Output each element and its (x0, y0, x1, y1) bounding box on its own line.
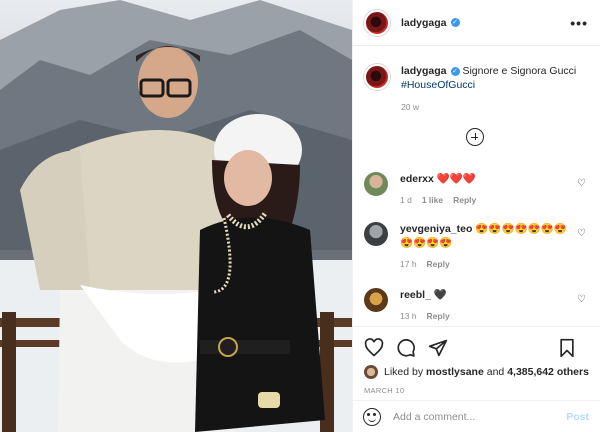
like-comment-heart-icon[interactable]: ♡ (577, 228, 586, 239)
caption-hashtag[interactable]: #HouseOfGucci (401, 78, 576, 92)
post-comment-button[interactable]: Post (566, 411, 589, 423)
emoji-picker-icon[interactable] (363, 407, 381, 426)
comment-item: reebl_ 🖤 13 h Reply ♡ (364, 288, 590, 323)
post-header: ladygaga ✓ ••• (353, 0, 600, 46)
caption-avatar[interactable] (364, 64, 390, 90)
comment-age[interactable]: 17 h (400, 259, 417, 269)
comment-username[interactable]: yevgeniya_teo (400, 223, 472, 235)
like-comment-heart-icon[interactable]: ♡ (577, 294, 586, 305)
post-username[interactable]: ladygaga (401, 17, 447, 29)
commenter-avatar[interactable] (364, 222, 388, 246)
like-heart-icon[interactable] (364, 338, 384, 358)
caption-username[interactable]: ladygaga (401, 65, 447, 77)
like-comment-heart-icon[interactable]: ♡ (577, 178, 586, 189)
add-comment-bar: Post (353, 400, 600, 432)
liker-avatar[interactable] (364, 365, 378, 379)
comment-text: 🖤 (433, 289, 447, 301)
load-more-comments-icon[interactable] (466, 128, 484, 146)
comment-likes[interactable]: 1 like (422, 195, 443, 205)
comment-age[interactable]: 1 d (400, 195, 412, 205)
liked-by-user[interactable]: mostlysane (426, 366, 484, 378)
verified-badge-icon: ✓ (450, 66, 460, 76)
comment-username[interactable]: reebl_ (400, 289, 431, 301)
comment-age[interactable]: 13 h (400, 311, 417, 321)
comment-input[interactable] (393, 410, 567, 423)
comment-item: ederxx ❤️❤️❤️ 1 d 1 like Reply ♡ (364, 172, 590, 207)
post-actions: Liked by mostlysane and 4,385,642 others… (353, 326, 600, 432)
caption: ladygaga ✓ Signore e Signora Gucci #House… (353, 46, 600, 114)
liked-by-prefix: Liked by (384, 366, 424, 378)
post-detail-panel: ladygaga ✓ ••• ladygaga ✓ Signore e Signo… (352, 0, 600, 432)
liked-by-and: and (486, 366, 505, 378)
commenter-avatar[interactable] (364, 172, 388, 196)
comment-text: ❤️❤️❤️ (436, 173, 477, 185)
more-options-icon[interactable]: ••• (570, 16, 588, 30)
liked-by-count[interactable]: 4,385,642 others (507, 366, 589, 378)
avatar[interactable] (364, 9, 390, 36)
post-date[interactable]: MARCH 10 (353, 379, 600, 395)
post-image[interactable] (0, 0, 352, 432)
reply-button[interactable]: Reply (427, 311, 450, 321)
comments-section: ladygaga ✓ Signore e Signora Gucci #House… (353, 46, 600, 326)
comment-username[interactable]: ederxx (400, 173, 434, 185)
verified-badge-icon: ✓ (450, 18, 460, 27)
caption-age[interactable]: 20 w (401, 100, 576, 114)
share-paper-plane-icon[interactable] (428, 338, 448, 358)
post-photo-illustration (0, 0, 352, 432)
commenter-avatar[interactable] (364, 288, 388, 312)
reply-button[interactable]: Reply (427, 259, 450, 269)
liked-by-summary: Liked by mostlysane and 4,385,642 others (353, 361, 600, 379)
comment-bubble-icon[interactable] (396, 338, 416, 358)
caption-text: Signore e Signora Gucci (462, 65, 577, 77)
bookmark-icon[interactable] (557, 338, 577, 358)
comment-item: yevgeniya_teo 😍😍😍😍😍😍😍😍😍😍😍 17 h Reply ♡ (364, 222, 590, 271)
reply-button[interactable]: Reply (453, 195, 476, 205)
